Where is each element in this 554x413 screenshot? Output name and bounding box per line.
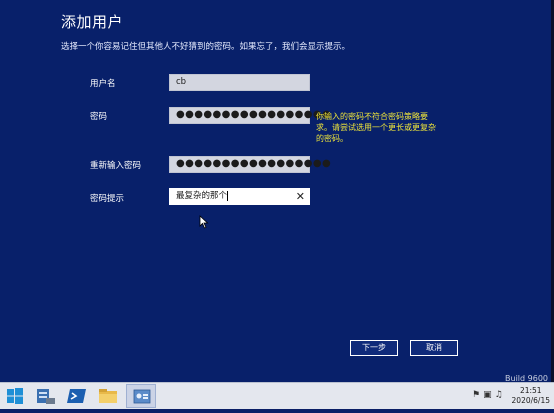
clock-time: 21:51 — [519, 386, 542, 395]
password-field[interactable]: ●●●●●●●●●●●●●●●●● — [169, 107, 331, 124]
tray-network-icon[interactable]: ▣ — [483, 390, 495, 400]
password-hint-label: 密码提示 — [90, 194, 125, 204]
tray-volume-icon[interactable]: ♫ — [495, 390, 506, 400]
page-title: 添加用户 — [61, 13, 124, 31]
add-user-screen: 添加用户 选择一个你容易记住但其他人不好猜到的密码。如果忘了，我们会显示提示。 … — [0, 0, 554, 408]
control-panel-icon[interactable] — [126, 384, 156, 408]
password-label: 密码 — [90, 112, 108, 122]
windows-start-icon[interactable] — [0, 384, 30, 408]
clock-date: 2020/6/15 — [511, 396, 550, 405]
text-caret — [227, 190, 229, 201]
password-hint-value: 最复杂的那个 — [176, 191, 228, 201]
taskbar: ⚑▣♫ 21:51 2020/6/15 — [0, 382, 554, 409]
mouse-pointer-icon — [199, 215, 209, 229]
confirm-password-field[interactable]: ●●●●●●●●●●●●●●●●● — [169, 156, 331, 173]
page-subtitle: 选择一个你容易记住但其他人不好猜到的密码。如果忘了，我们会显示提示。 — [61, 42, 351, 52]
server-manager-icon[interactable] — [31, 384, 61, 408]
username-label: 用户名 — [90, 79, 116, 89]
username-field[interactable]: cb — [169, 74, 310, 91]
system-tray: ⚑▣♫ — [472, 390, 506, 400]
password-hint-field[interactable]: 最复杂的那个 ✕ — [169, 188, 310, 205]
username-value: cb — [176, 77, 187, 87]
tray-flag-icon[interactable]: ⚑ — [472, 390, 483, 400]
confirm-password-label: 重新输入密码 — [90, 161, 142, 171]
confirm-password-value: ●●●●●●●●●●●●●●●●● — [176, 158, 332, 169]
powershell-icon[interactable] — [62, 384, 92, 408]
next-button[interactable]: 下一步 — [350, 340, 398, 356]
cancel-button[interactable]: 取消 — [410, 340, 458, 356]
clear-icon[interactable]: ✕ — [296, 190, 305, 204]
password-warning: 你输入的密码不符合密码策略要求。请尝试选用一个更长或更复杂的密码。 — [316, 112, 436, 143]
file-explorer-icon[interactable] — [93, 384, 123, 408]
password-value: ●●●●●●●●●●●●●●●●● — [176, 109, 332, 120]
clock[interactable]: 21:51 2020/6/15 — [512, 386, 550, 406]
